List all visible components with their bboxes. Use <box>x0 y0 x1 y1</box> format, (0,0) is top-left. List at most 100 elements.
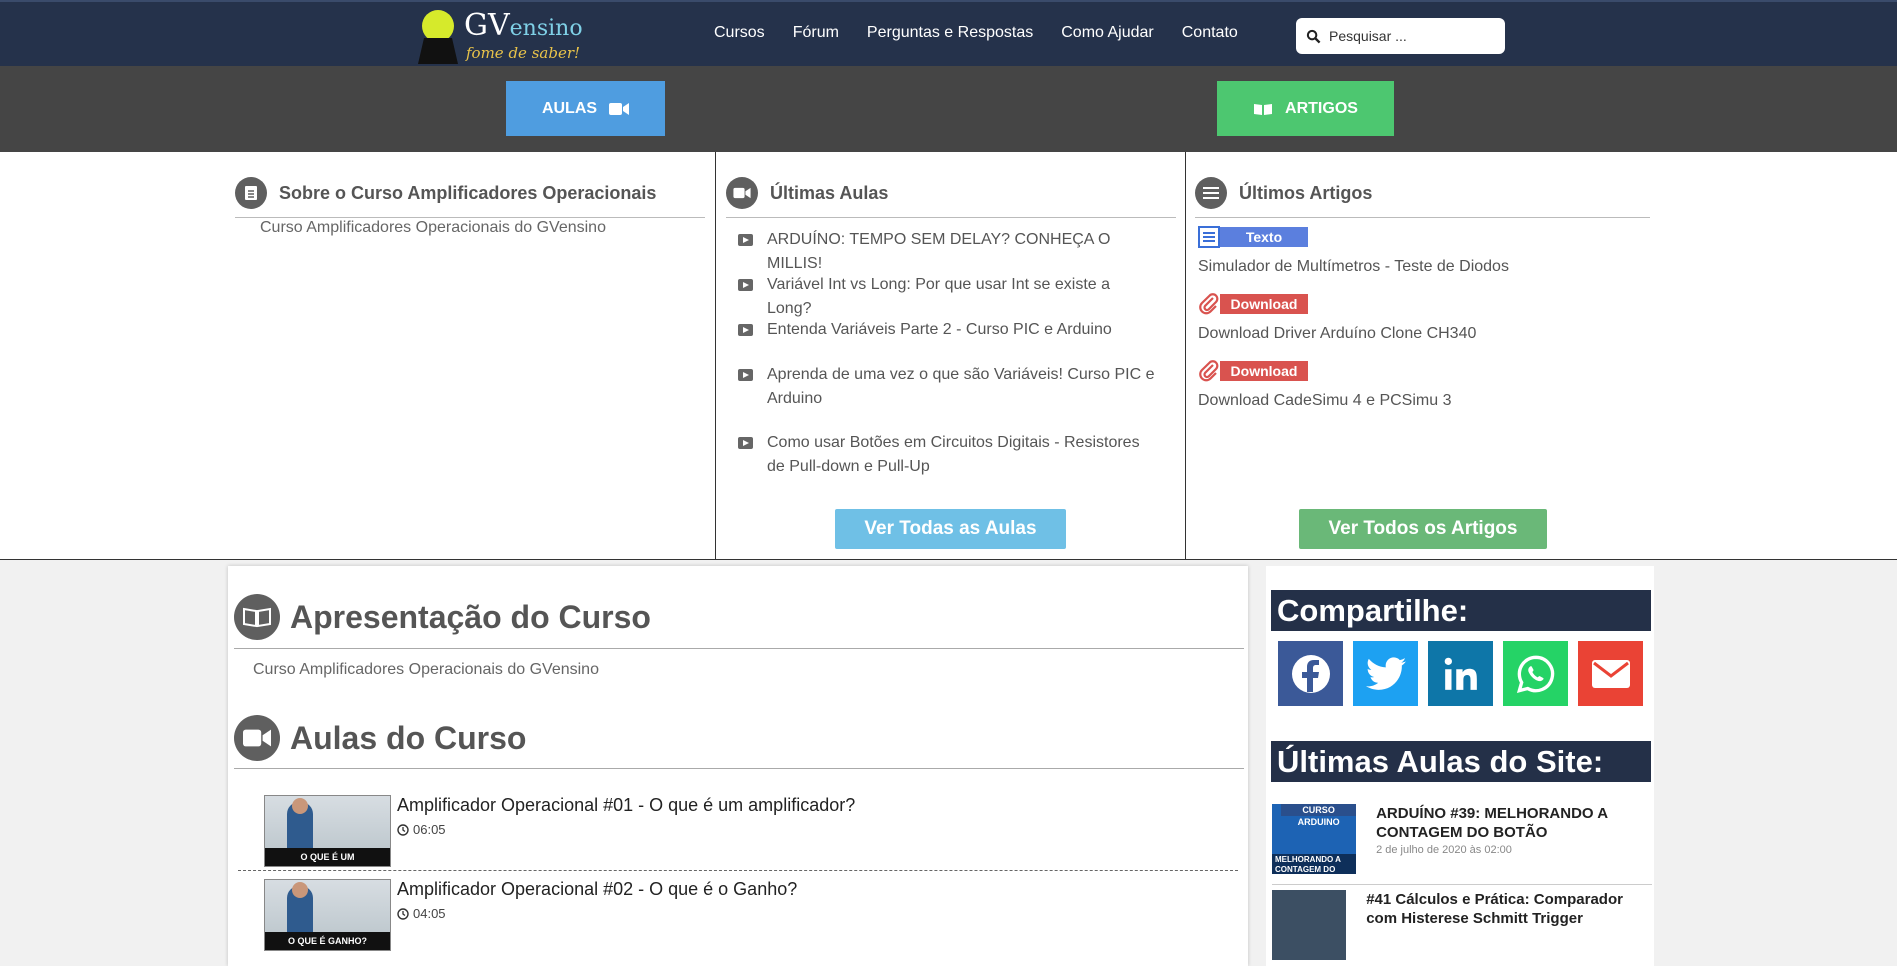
main-content: Apresentação do Curso Curso Amplificador… <box>228 566 1248 966</box>
ver-todas-aulas-button[interactable]: Ver Todas as Aulas <box>835 509 1066 549</box>
divider <box>234 768 1244 769</box>
sobre-header: Sobre o Curso Amplificadores Operacionai… <box>235 177 656 209</box>
aula-link-label: Entenda Variáveis Parte 2 - Curso PIC e … <box>767 321 1112 338</box>
top-navbar: GVensino fome de saber! Cursos Fórum Per… <box>0 0 1897 66</box>
clock-icon <box>397 823 409 836</box>
latest-lesson-thumbnail[interactable] <box>1272 890 1347 960</box>
lesson-title[interactable]: Amplificador Operacional #02 - O que é o… <box>397 879 797 900</box>
aulas-curso-title: Aulas do Curso <box>290 719 527 756</box>
search-box[interactable] <box>1296 18 1505 54</box>
sobre-title: Sobre o Curso Amplificadores Operacionai… <box>279 182 657 203</box>
latest-lesson-item[interactable]: #41 Cálculos e Prática: Comparador com H… <box>1272 890 1652 960</box>
nav-perguntas[interactable]: Perguntas e Respostas <box>867 24 1033 42</box>
sidebar: Compartilhe: Últimas Aulas do Site: CURS… <box>1266 566 1654 966</box>
nav-como-ajudar[interactable]: Como Ajudar <box>1061 24 1154 42</box>
logo-bulb-icon <box>422 10 454 42</box>
ver-todos-artigos-button[interactable]: Ver Todos os Artigos <box>1299 509 1547 549</box>
artigo-tag: Download <box>1220 294 1308 314</box>
lesson-duration-value: 06:05 <box>413 822 446 837</box>
email-icon <box>1591 659 1630 688</box>
lesson-separator <box>238 870 1238 871</box>
share-twitter-button[interactable] <box>1353 641 1418 706</box>
linkedin-icon <box>1444 657 1477 690</box>
presenter-head <box>292 798 308 814</box>
play-icon <box>738 279 753 291</box>
text-document-icon <box>1198 226 1220 248</box>
aula-link[interactable]: Aprenda de uma vez o que são Variáveis! … <box>736 363 1156 411</box>
artigos-button[interactable]: ARTIGOS <box>1217 81 1394 136</box>
latest-lesson-date: 2 de julho de 2020 às 02:00 <box>1376 844 1512 856</box>
nav-cursos[interactable]: Cursos <box>714 24 765 42</box>
video-camera-icon <box>609 102 630 115</box>
presenter-head <box>292 882 308 898</box>
column-divider <box>715 152 716 559</box>
logo-text: GVensino <box>464 8 583 43</box>
column-divider <box>1185 152 1186 559</box>
paperclip-icon <box>1199 360 1219 382</box>
list-icon <box>1195 177 1227 209</box>
main-nav: Cursos Fórum Perguntas e Respostas Como … <box>714 24 1266 42</box>
content-type-band: AULAS ARTIGOS <box>0 66 1897 152</box>
search-input[interactable] <box>1327 27 1491 45</box>
aula-link[interactable]: Entenda Variáveis Parte 2 - Curso PIC e … <box>736 318 1156 342</box>
logo-tagline: fome de saber! <box>466 44 581 62</box>
twitter-icon <box>1365 656 1406 690</box>
aula-link[interactable]: Variável Int vs Long: Por que usar Int s… <box>736 273 1156 321</box>
lesson-title[interactable]: Amplificador Operacional #01 - O que é u… <box>397 795 855 816</box>
divider <box>234 648 1244 649</box>
nav-contato[interactable]: Contato <box>1182 24 1238 42</box>
play-icon <box>738 437 753 449</box>
ultimos-artigos-header: Últimos Artigos <box>1195 177 1372 209</box>
ultimos-artigos-title: Últimos Artigos <box>1239 182 1373 203</box>
share-email-button[interactable] <box>1578 641 1643 706</box>
sobre-text: Curso Amplificadores Operacionais do GVe… <box>260 219 606 236</box>
overview-panel: Sobre o Curso Amplificadores Operacionai… <box>0 152 1897 560</box>
artigo-title: Download Driver Arduíno Clone CH340 <box>1198 325 1477 342</box>
logo-base-icon <box>418 38 458 64</box>
divider <box>726 217 1176 218</box>
artigos-label: ARTIGOS <box>1285 99 1358 117</box>
document-icon <box>235 177 267 209</box>
apresentacao-text: Curso Amplificadores Operacionais do GVe… <box>253 661 599 678</box>
artigo-tag: Download <box>1220 361 1308 381</box>
latest-lesson-item[interactable]: CURSO ARDUINO MELHORANDO A CONTAGEM DO B… <box>1272 804 1652 874</box>
lesson-duration-value: 04:05 <box>413 906 446 921</box>
lesson-item[interactable]: O QUE É GANHO? Amplificador Operacional … <box>264 879 797 951</box>
aula-link-label: Aprenda de uma vez o que são Variáveis! … <box>767 366 1155 407</box>
divider <box>1272 884 1652 885</box>
latest-lesson-thumbnail[interactable]: CURSO ARDUINO MELHORANDO A CONTAGEM DO B… <box>1272 804 1357 874</box>
share-title: Compartilhe: <box>1271 590 1651 631</box>
aulas-button[interactable]: AULAS <box>506 81 665 136</box>
play-icon <box>738 324 753 336</box>
artigo-item[interactable]: Download Download Driver Arduíno Clone C… <box>1198 293 1476 343</box>
aula-link[interactable]: ARDUÍNO: TEMPO SEM DELAY? CONHEÇA O MILL… <box>736 228 1156 276</box>
open-book-icon <box>1254 103 1273 115</box>
share-linkedin-button[interactable] <box>1428 641 1493 706</box>
latest-lesson-title[interactable]: #41 Cálculos e Prática: Comparador com H… <box>1366 890 1652 928</box>
artigo-item[interactable]: Download Download CadeSimu 4 e PCSimu 3 <box>1198 360 1451 410</box>
share-facebook-button[interactable] <box>1278 641 1343 706</box>
lesson-item[interactable]: O QUE É UM AMPLIFICADOR? Amplificador Op… <box>264 795 855 867</box>
artigo-title: Simulador de Multímetros - Teste de Diod… <box>1198 258 1509 275</box>
site-logo[interactable]: GVensino fome de saber! <box>412 8 583 64</box>
aula-link-label: Como usar Botões em Circuitos Digitais -… <box>767 434 1140 475</box>
aula-link[interactable]: Como usar Botões em Circuitos Digitais -… <box>736 431 1156 479</box>
share-whatsapp-button[interactable] <box>1503 641 1568 706</box>
paperclip-icon <box>1199 293 1219 315</box>
open-book-icon <box>234 594 280 640</box>
video-camera-icon <box>234 715 280 761</box>
thumb-top-label: CURSO ARDUINO <box>1281 804 1357 827</box>
artigo-item[interactable]: Texto Simulador de Multímetros - Teste d… <box>1198 226 1509 276</box>
latest-lesson-title[interactable]: ARDUÍNO #39: MELHORANDO A CONTAGEM DO BO… <box>1376 804 1652 842</box>
whatsapp-icon <box>1516 655 1554 693</box>
artigo-title: Download CadeSimu 4 e PCSimu 3 <box>1198 392 1452 409</box>
nav-forum[interactable]: Fórum <box>793 24 839 42</box>
divider <box>235 217 705 218</box>
lesson-thumbnail[interactable]: O QUE É GANHO? <box>264 879 391 951</box>
aula-link-label: ARDUÍNO: TEMPO SEM DELAY? CONHEÇA O MILL… <box>767 231 1111 272</box>
artigo-tag: Texto <box>1220 227 1308 247</box>
clock-icon <box>397 907 409 920</box>
lesson-thumbnail[interactable]: O QUE É UM AMPLIFICADOR? <box>264 795 391 867</box>
lesson-duration: 04:05 <box>397 906 797 921</box>
thumb-caption: MELHORANDO A CONTAGEM DO BOTÃO <box>1272 854 1357 874</box>
